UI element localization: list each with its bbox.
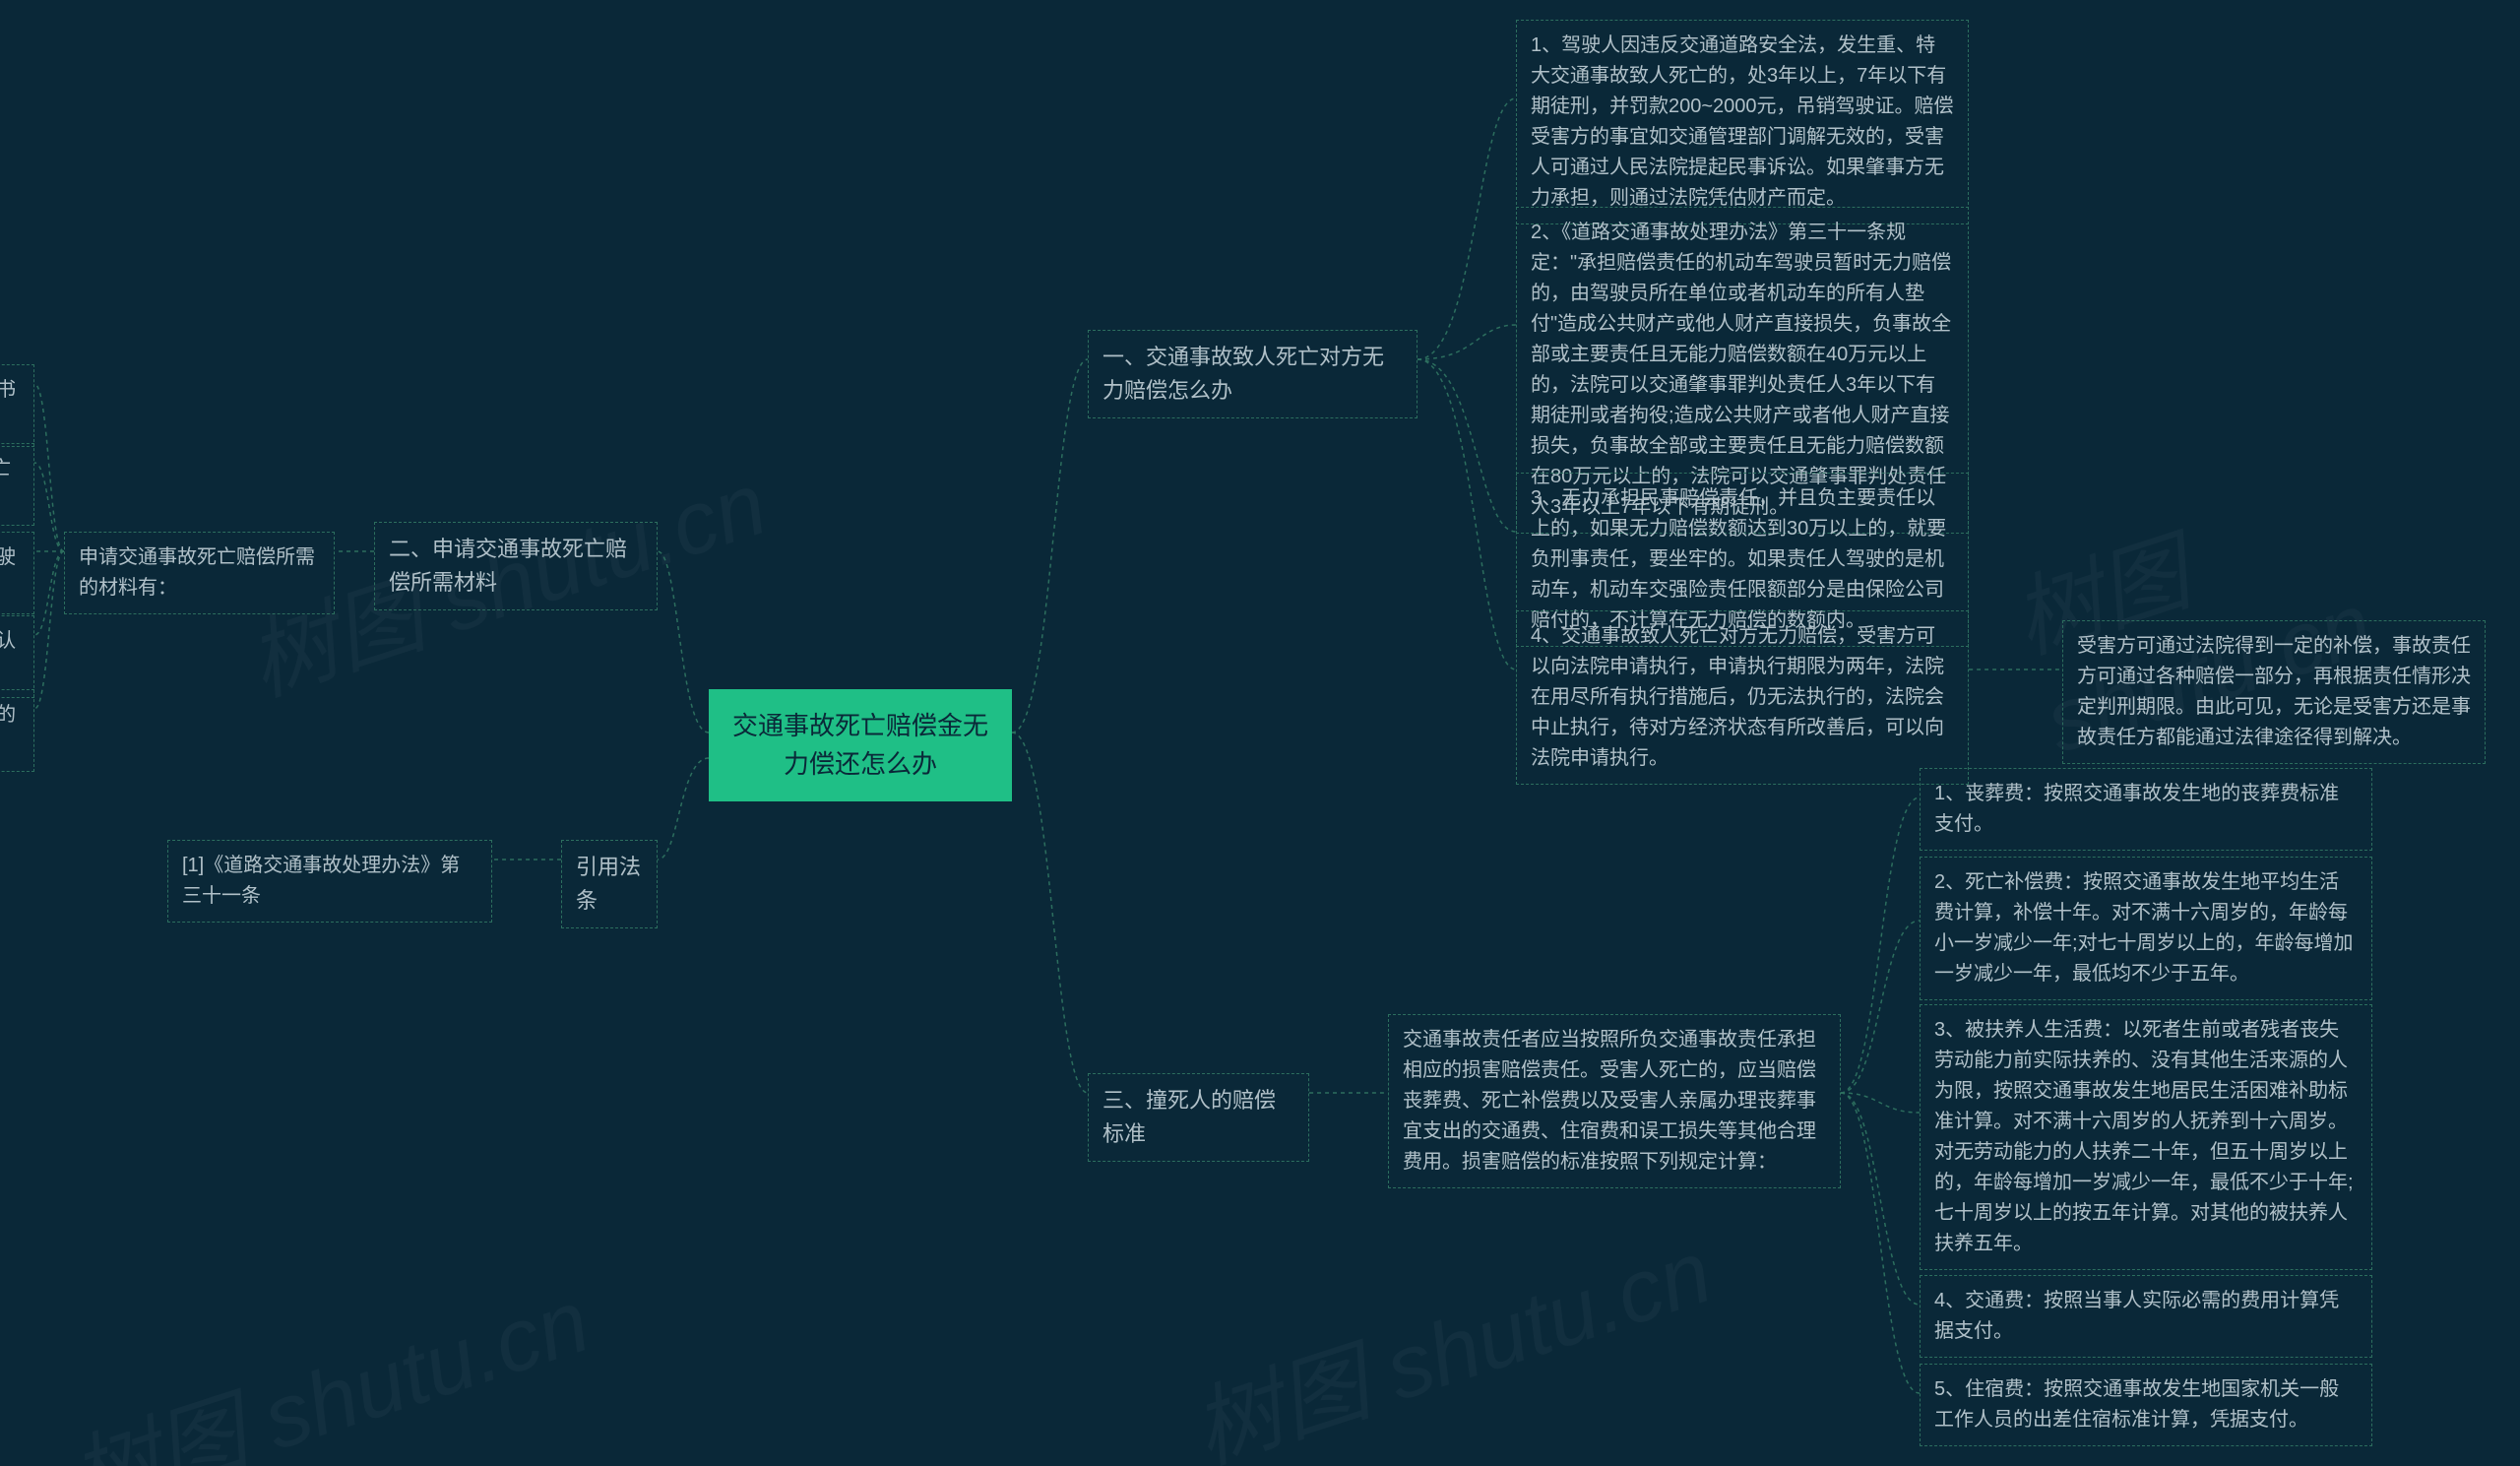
b2-item-4-text: 4、事故责任认定书；	[0, 630, 16, 682]
b3-item-2-text: 2、死亡补偿费：按照交通事故发生地平均生活费计算，补偿十年。对不满十六周岁的，年…	[1934, 871, 2354, 985]
watermark: 树图 shutu.cn	[52, 1249, 602, 1466]
b3-intro-text: 交通事故责任者应当按照所负交通事故责任承担相应的损害赔偿责任。受害人死亡的，应当…	[1403, 1029, 1816, 1173]
b2-item-3[interactable]: 3、保险单正本、行驶证、驾驶证复印件；	[0, 532, 34, 614]
b3-item-4-text: 4、交通费：按照当事人实际必需的费用计算凭据支付。	[1934, 1290, 2339, 1342]
b2-item-2-text: 2、死亡证明；	[0, 458, 11, 510]
b2-item-5-text: 5、赔偿依据的材料。	[0, 704, 16, 756]
b1-extra-text: 受害方可通过法院得到一定的补偿，事故责任方可通过各种赔偿一部分，再根据责任情形决…	[2077, 635, 2471, 748]
b3-item-4[interactable]: 4、交通费：按照当事人实际必需的费用计算凭据支付。	[1920, 1275, 2372, 1358]
branch-2[interactable]: 二、申请交通事故死亡赔偿所需材料	[374, 522, 658, 610]
b3-item-5-text: 5、住宿费：按照交通事故发生地国家机关一般工作人员的出差住宿标准计算，凭据支付。	[1934, 1378, 2339, 1431]
branch-3[interactable]: 三、撞死人的赔偿标准	[1088, 1073, 1309, 1162]
branch-4[interactable]: 引用法条	[561, 840, 658, 928]
b2-intro-text: 申请交通事故死亡赔偿所需的材料有：	[79, 546, 315, 599]
root-node[interactable]: 交通事故死亡赔偿金无力偿还怎么办	[709, 689, 1012, 801]
b1-item-4[interactable]: 4、交通事故致人死亡对方无力赔偿，受害方可以向法院申请执行，申请执行期限为两年，…	[1516, 610, 1969, 785]
b3-item-3-text: 3、被扶养人生活费：以死者生前或者残者丧失劳动能力前实际扶养的、没有其他生活来源…	[1934, 1019, 2354, 1254]
branch-2-label: 二、申请交通事故死亡赔偿所需材料	[389, 537, 627, 595]
b2-item-1-text: 1、机动车辆保险索赔申请书及赔款收据；	[0, 379, 16, 431]
b4-item-1[interactable]: [1]《道路交通事故处理办法》第三十一条	[167, 840, 492, 923]
b4-item-1-text: [1]《道路交通事故处理办法》第三十一条	[182, 855, 460, 907]
watermark: 树图 shutu.cn	[1174, 1200, 1725, 1466]
branch-4-label: 引用法条	[576, 855, 641, 913]
root-label: 交通事故死亡赔偿金无力偿还怎么办	[732, 711, 988, 779]
mindmap-canvas: 树图 shutu.cn 树图 shutu.cn 树图 shutu.cn 树图 s…	[0, 0, 2520, 1466]
branch-1-label: 一、交通事故致人死亡对方无力赔偿怎么办	[1102, 345, 1384, 403]
b3-item-1-text: 1、丧葬费：按照交通事故发生地的丧葬费标准支付。	[1934, 783, 2339, 835]
b3-item-5[interactable]: 5、住宿费：按照交通事故发生地国家机关一般工作人员的出差住宿标准计算，凭据支付。	[1920, 1364, 2372, 1446]
b2-item-3-text: 3、保险单正本、行驶证、驾驶证复印件；	[0, 546, 16, 599]
b1-extra[interactable]: 受害方可通过法院得到一定的补偿，事故责任方可通过各种赔偿一部分，再根据责任情形决…	[2062, 620, 2486, 764]
b2-item-2[interactable]: 2、死亡证明；	[0, 443, 34, 526]
b3-item-1[interactable]: 1、丧葬费：按照交通事故发生地的丧葬费标准支付。	[1920, 768, 2372, 851]
branch-1[interactable]: 一、交通事故致人死亡对方无力赔偿怎么办	[1088, 330, 1418, 418]
b2-intro[interactable]: 申请交通事故死亡赔偿所需的材料有：	[64, 532, 335, 614]
b3-intro[interactable]: 交通事故责任者应当按照所负交通事故责任承担相应的损害赔偿责任。受害人死亡的，应当…	[1388, 1014, 1841, 1188]
b2-item-5[interactable]: 5、赔偿依据的材料。	[0, 689, 34, 772]
b3-item-2[interactable]: 2、死亡补偿费：按照交通事故发生地平均生活费计算，补偿十年。对不满十六周岁的，年…	[1920, 857, 2372, 1000]
b2-item-1[interactable]: 1、机动车辆保险索赔申请书及赔款收据；	[0, 364, 34, 447]
b1-item-1[interactable]: 1、驾驶人因违反交通道路安全法，发生重、特大交通事故致人死亡的，处3年以上，7年…	[1516, 20, 1969, 224]
b1-item-1-text: 1、驾驶人因违反交通道路安全法，发生重、特大交通事故致人死亡的，处3年以上，7年…	[1531, 34, 1954, 209]
branch-3-label: 三、撞死人的赔偿标准	[1102, 1088, 1276, 1146]
b2-item-4[interactable]: 4、事故责任认定书；	[0, 615, 34, 698]
b3-item-3[interactable]: 3、被扶养人生活费：以死者生前或者残者丧失劳动能力前实际扶养的、没有其他生活来源…	[1920, 1004, 2372, 1270]
b1-item-4-text: 4、交通事故致人死亡对方无力赔偿，受害方可以向法院申请执行，申请执行期限为两年，…	[1531, 625, 1944, 769]
